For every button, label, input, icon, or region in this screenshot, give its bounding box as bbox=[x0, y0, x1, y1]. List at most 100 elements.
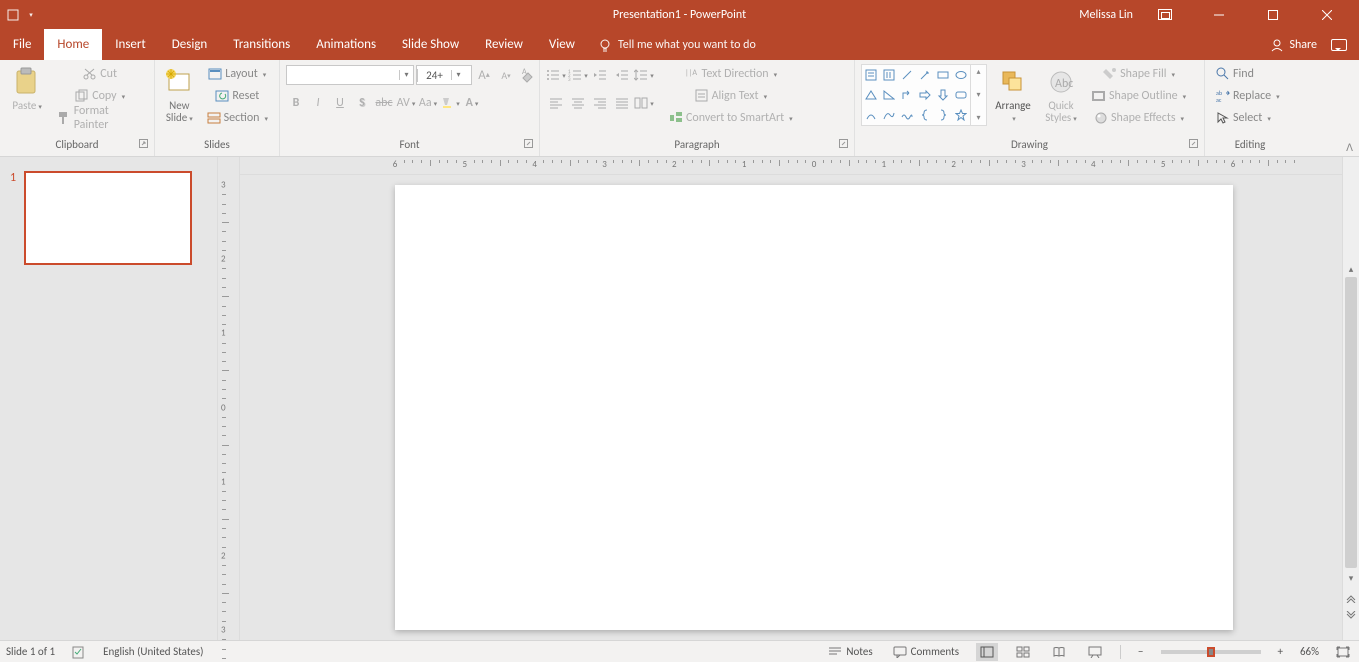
shapes-gallery[interactable]: ▴▾▾ bbox=[861, 64, 987, 126]
decrease-font-button[interactable]: A▾ bbox=[496, 65, 516, 85]
bullets-button[interactable]: ▾ bbox=[546, 65, 566, 85]
roundrect-shape-icon[interactable] bbox=[952, 85, 970, 105]
align-right-button[interactable] bbox=[590, 93, 610, 113]
vertical-scrollbar[interactable]: ▴ ▾ bbox=[1342, 157, 1359, 640]
arrow-shape-icon[interactable] bbox=[916, 65, 934, 85]
zoom-slider[interactable] bbox=[1161, 650, 1261, 654]
shape-effects-button[interactable]: Shape Effects▾ bbox=[1087, 108, 1191, 128]
highlight-button[interactable]: ▾ bbox=[440, 93, 460, 113]
triangle-shape-icon[interactable] bbox=[862, 85, 880, 105]
tell-me-search[interactable]: Tell me what you want to do bbox=[588, 29, 766, 60]
user-name[interactable]: Melissa Lin bbox=[1079, 8, 1133, 22]
textbox-shape-icon[interactable] bbox=[862, 65, 880, 85]
tab-file[interactable]: File bbox=[0, 29, 44, 60]
comments-button[interactable]: Comments bbox=[890, 645, 962, 658]
strikethrough-button[interactable]: abc bbox=[374, 93, 394, 113]
decrease-indent-button[interactable] bbox=[590, 65, 610, 85]
tab-home[interactable]: Home bbox=[44, 29, 102, 60]
arrange-button[interactable]: Arrange▾ bbox=[991, 64, 1035, 125]
font-launcher-icon[interactable] bbox=[524, 139, 535, 150]
notes-button[interactable]: Notes bbox=[825, 645, 875, 658]
comments-icon[interactable] bbox=[1331, 39, 1347, 51]
layout-button[interactable]: Layout▾ bbox=[202, 64, 273, 84]
numbering-button[interactable]: 123▾ bbox=[568, 65, 588, 85]
wave-shape-icon[interactable] bbox=[898, 105, 916, 125]
brace-right-shape-icon[interactable] bbox=[934, 105, 952, 125]
smartart-button[interactable]: Convert to SmartArt▾ bbox=[664, 108, 798, 128]
tab-view[interactable]: View bbox=[536, 29, 588, 60]
shapes-scroll[interactable]: ▴▾▾ bbox=[970, 65, 986, 125]
arrow-right-shape-icon[interactable] bbox=[916, 85, 934, 105]
drawing-launcher-icon[interactable] bbox=[1189, 139, 1200, 150]
zoom-out-button[interactable]: − bbox=[1135, 645, 1146, 658]
slideshow-view-button[interactable] bbox=[1084, 643, 1106, 661]
line-shape-icon[interactable] bbox=[898, 65, 916, 85]
zoom-slider-thumb[interactable] bbox=[1207, 647, 1215, 657]
align-left-button[interactable] bbox=[546, 93, 566, 113]
arc-shape-icon[interactable] bbox=[862, 105, 880, 125]
previous-slide-button[interactable] bbox=[1343, 590, 1359, 606]
paragraph-launcher-icon[interactable] bbox=[839, 139, 850, 150]
increase-indent-button[interactable] bbox=[612, 65, 632, 85]
shape-fill-button[interactable]: Shape Fill▾ bbox=[1087, 64, 1191, 84]
increase-font-button[interactable]: A▴ bbox=[474, 65, 494, 85]
rectangle-shape-icon[interactable] bbox=[934, 65, 952, 85]
vert-textbox-shape-icon[interactable] bbox=[880, 65, 898, 85]
align-center-button[interactable] bbox=[568, 93, 588, 113]
copy-button[interactable]: Copy▾ bbox=[52, 86, 148, 106]
language-status[interactable]: English (United States) bbox=[103, 645, 203, 658]
slide-count-status[interactable]: Slide 1 of 1 bbox=[6, 645, 55, 658]
char-spacing-button[interactable]: AV▾ bbox=[396, 93, 416, 113]
spellcheck-status[interactable] bbox=[69, 645, 89, 659]
right-triangle-shape-icon[interactable] bbox=[880, 85, 898, 105]
quick-styles-button[interactable]: Abc Quick Styles▾ bbox=[1039, 64, 1083, 125]
chevron-down-icon[interactable]: ▾ bbox=[399, 70, 413, 80]
find-button[interactable]: Find bbox=[1211, 64, 1259, 84]
slide-thumbnail-1[interactable]: 1 bbox=[10, 171, 207, 265]
line-spacing-button[interactable]: ▾ bbox=[634, 65, 654, 85]
underline-button[interactable]: U bbox=[330, 93, 350, 113]
tab-review[interactable]: Review bbox=[472, 29, 536, 60]
tab-animations[interactable]: Animations bbox=[303, 29, 389, 60]
scroll-up-icon[interactable]: ▴ bbox=[1343, 261, 1359, 277]
text-direction-button[interactable]: ||A Text Direction▾ bbox=[664, 64, 798, 84]
next-slide-button[interactable] bbox=[1343, 608, 1359, 624]
normal-view-button[interactable] bbox=[976, 643, 998, 661]
italic-button[interactable]: I bbox=[308, 93, 328, 113]
autosave-icon[interactable] bbox=[6, 8, 20, 22]
paste-button[interactable]: Paste▾ bbox=[6, 64, 48, 113]
bold-button[interactable]: B bbox=[286, 93, 306, 113]
qat-caret-icon[interactable]: ▾ bbox=[24, 8, 38, 22]
reset-button[interactable]: Reset bbox=[202, 86, 273, 106]
slide-thumbnail[interactable] bbox=[24, 171, 192, 265]
minimize-button[interactable] bbox=[1197, 0, 1241, 29]
slide-thumbnail-pane[interactable]: 1 bbox=[0, 157, 218, 640]
ribbon-display-icon[interactable] bbox=[1143, 0, 1187, 29]
align-text-button[interactable]: Align Text▾ bbox=[664, 86, 798, 106]
shape-outline-button[interactable]: Shape Outline▾ bbox=[1087, 86, 1191, 106]
shadow-button[interactable]: S bbox=[352, 93, 372, 113]
zoom-percent[interactable]: 66% bbox=[1300, 645, 1319, 658]
share-button[interactable]: Share bbox=[1270, 38, 1317, 52]
brace-left-shape-icon[interactable] bbox=[916, 105, 934, 125]
slide-stage[interactable] bbox=[240, 175, 1342, 640]
font-name-combo[interactable]: ▾ bbox=[286, 65, 414, 85]
close-button[interactable] bbox=[1305, 0, 1349, 29]
zoom-in-button[interactable]: + bbox=[1275, 645, 1286, 658]
sorter-view-button[interactable] bbox=[1012, 643, 1034, 661]
oval-shape-icon[interactable] bbox=[952, 65, 970, 85]
section-button[interactable]: Section▾ bbox=[202, 108, 273, 128]
format-painter-button[interactable]: Format Painter bbox=[52, 108, 148, 128]
tab-design[interactable]: Design bbox=[159, 29, 220, 60]
chevron-down-icon[interactable]: ▾ bbox=[451, 70, 465, 80]
tab-insert[interactable]: Insert bbox=[102, 29, 159, 60]
cut-button[interactable]: Cut bbox=[52, 64, 148, 84]
arrow-down-shape-icon[interactable] bbox=[934, 85, 952, 105]
tab-transitions[interactable]: Transitions bbox=[220, 29, 303, 60]
slide-canvas[interactable] bbox=[395, 185, 1233, 630]
replace-button[interactable]: abac Replace▾ bbox=[1211, 86, 1285, 106]
columns-button[interactable]: ▾ bbox=[634, 93, 654, 113]
reading-view-button[interactable] bbox=[1048, 643, 1070, 661]
change-case-button[interactable]: Aa▾ bbox=[418, 93, 438, 113]
curve-shape-icon[interactable] bbox=[880, 105, 898, 125]
